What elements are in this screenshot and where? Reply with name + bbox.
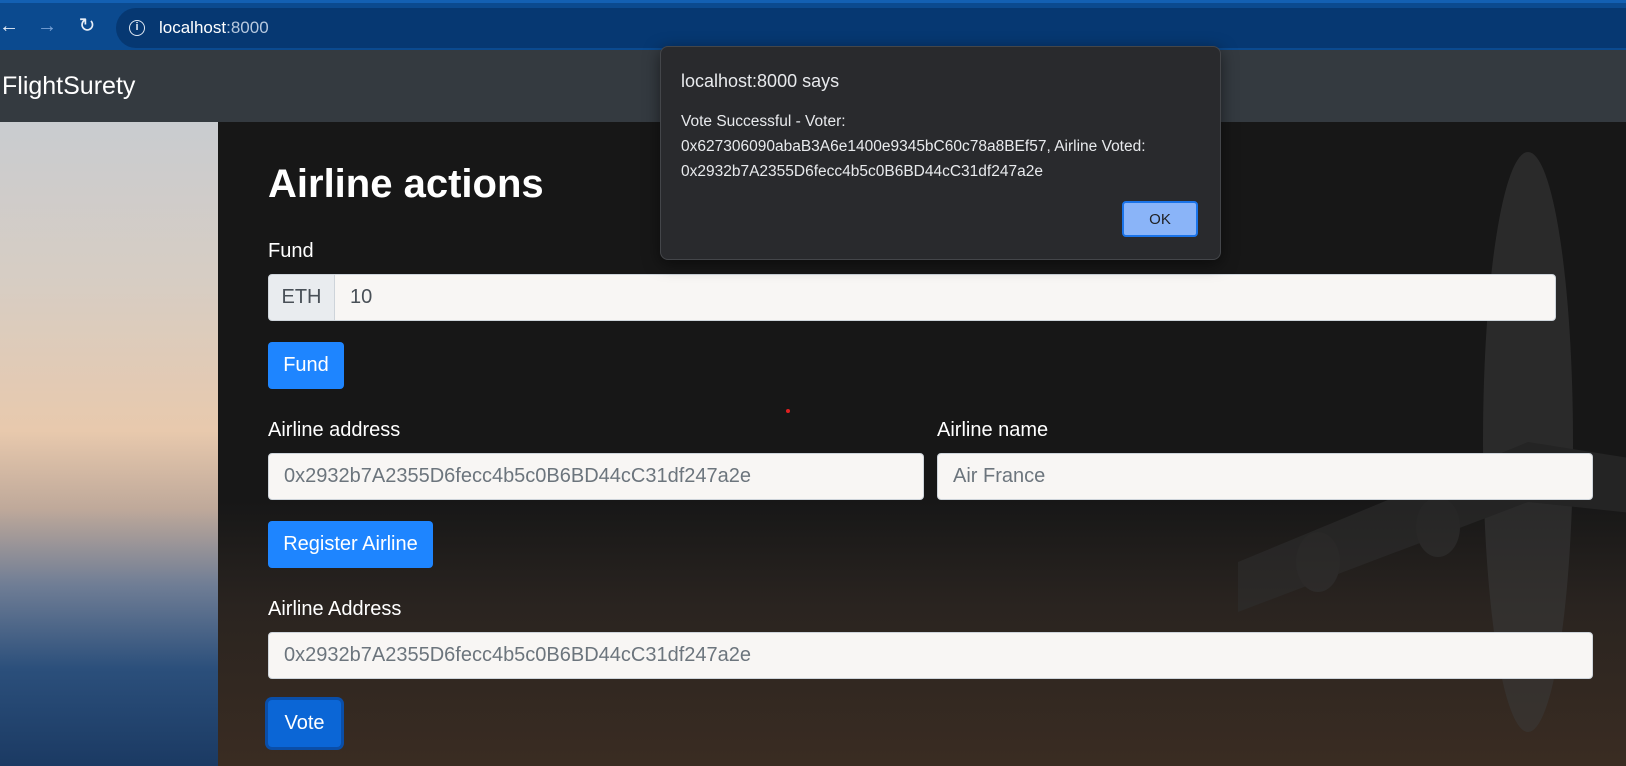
- site-info-icon[interactable]: i: [129, 20, 145, 36]
- dialog-title: localhost:8000 says: [681, 71, 840, 91]
- dialog-message-line: 0x627306090abaB3A6e1400e9345bC60c78a8BEf…: [681, 138, 1146, 155]
- register-airline-button[interactable]: Register Airline: [268, 521, 433, 568]
- red-dot: [786, 409, 790, 413]
- dialog-message: Vote Successful - Voter: 0x627306090abaB…: [681, 109, 1201, 184]
- fund-button[interactable]: Fund: [268, 342, 344, 389]
- reload-icon[interactable]: ↻: [76, 15, 98, 37]
- page-heading: Airline actions: [268, 162, 544, 206]
- eth-addon: ETH: [268, 274, 335, 321]
- address-bar[interactable]: i localhost:8000: [116, 8, 1626, 48]
- dialog-ok-button[interactable]: OK: [1122, 201, 1198, 237]
- airline-address-label: Airline address: [268, 419, 401, 441]
- url-port: :8000: [226, 18, 269, 37]
- url-host: localhost: [159, 18, 227, 37]
- brand-title[interactable]: FlightSurety: [2, 72, 135, 101]
- vote-airline-address-label: Airline Address: [268, 598, 402, 620]
- airline-name-label: Airline name: [937, 419, 1049, 441]
- browser-toolbar: ← → ↻ i localhost:8000: [0, 0, 1626, 50]
- dialog-message-line: Vote Successful - Voter:: [681, 113, 846, 130]
- fund-amount-input[interactable]: 10: [334, 274, 1556, 321]
- airline-name-input[interactable]: Air France: [937, 453, 1593, 500]
- vote-button[interactable]: Vote: [268, 700, 341, 747]
- airline-address-input[interactable]: 0x2932b7A2355D6fecc4b5c0B6BD44cC31df247a…: [268, 453, 924, 500]
- alert-dialog: localhost:8000 says Vote Successful - Vo…: [660, 46, 1221, 260]
- forward-arrow-icon[interactable]: →: [36, 15, 58, 37]
- fund-label: Fund: [268, 240, 314, 262]
- url-text[interactable]: localhost:8000: [159, 18, 269, 38]
- fund-input-group: ETH 10: [268, 274, 1556, 321]
- back-arrow-icon[interactable]: ←: [0, 15, 20, 37]
- sky-background-image: [0, 122, 218, 766]
- vote-airline-address-input[interactable]: 0x2932b7A2355D6fecc4b5c0B6BD44cC31df247a…: [268, 632, 1593, 679]
- dialog-message-line: 0x2932b7A2355D6fecc4b5c0B6BD44cC31df247a…: [681, 163, 1043, 180]
